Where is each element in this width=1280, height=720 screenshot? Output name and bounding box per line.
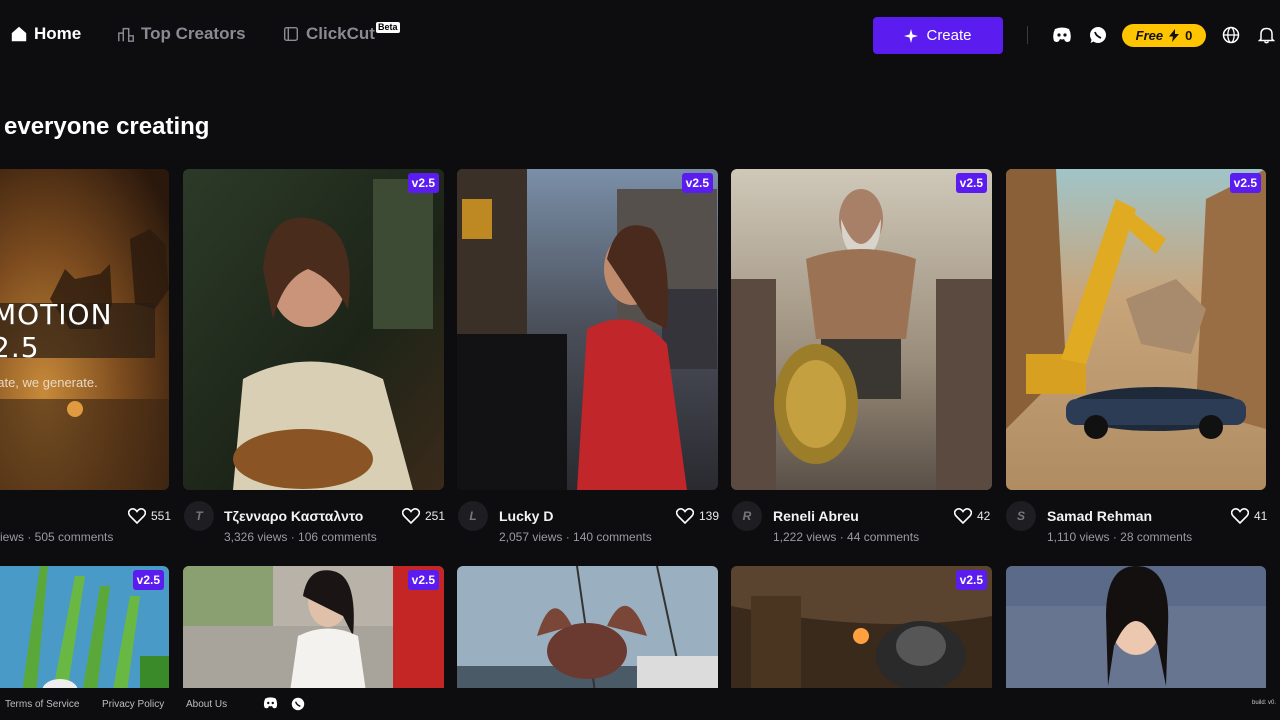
- card-stats: iews · 505 comments: [0, 530, 114, 544]
- like-count: 42: [977, 509, 991, 523]
- like-count: 251: [425, 509, 446, 523]
- author-name[interactable]: Reneli Abreu: [773, 508, 859, 524]
- creation-card[interactable]: v2.5: [457, 169, 718, 490]
- creation-image: [731, 169, 992, 490]
- version-badge: v2.5: [407, 173, 439, 193]
- creation-card[interactable]: v2.5: [731, 169, 992, 490]
- like-button[interactable]: 41: [1231, 508, 1267, 524]
- heart-icon: [1231, 508, 1249, 524]
- nav-home[interactable]: Home: [10, 24, 81, 44]
- like-button[interactable]: 42: [954, 508, 990, 524]
- creation-card[interactable]: v2.5: [731, 566, 992, 706]
- terms-link[interactable]: Terms of Service: [5, 699, 79, 710]
- creation-card[interactable]: [1006, 566, 1266, 706]
- heart-icon: [676, 508, 694, 524]
- sparkle-icon: [904, 28, 919, 43]
- nav-clickcut-label: ClickCut: [306, 24, 375, 43]
- card-stats: 3,326 views · 106 comments: [224, 530, 377, 544]
- creation-card[interactable]: v2.5: [183, 566, 444, 706]
- author-name[interactable]: Lucky D: [499, 508, 553, 524]
- home-icon: [11, 26, 27, 42]
- like-button[interactable]: 551: [128, 508, 171, 524]
- nav-top-creators-label: Top Creators: [141, 24, 246, 43]
- creation-image: [457, 169, 718, 490]
- discord-icon: [263, 697, 278, 709]
- about-link[interactable]: About Us: [186, 699, 227, 710]
- card-stats: 2,057 views · 140 comments: [499, 530, 652, 544]
- whatsapp-icon: [291, 697, 305, 711]
- like-count: 41: [1254, 509, 1268, 523]
- free-plan-badge[interactable]: Free 0: [1122, 24, 1206, 47]
- avatar[interactable]: T: [184, 501, 214, 531]
- footer-discord-link[interactable]: [263, 697, 278, 712]
- creation-image: [1006, 566, 1266, 706]
- top-navigation: Home Top Creators ClickCut Beta Create F…: [0, 0, 1280, 70]
- avatar[interactable]: S: [1006, 501, 1036, 531]
- nav-top-creators[interactable]: Top Creators: [117, 24, 246, 44]
- create-button-label: Create: [926, 27, 972, 44]
- avatar[interactable]: R: [732, 501, 762, 531]
- top-creators-icon: [118, 27, 134, 42]
- footer-whatsapp-link[interactable]: [291, 697, 305, 714]
- creation-card[interactable]: v2.5: [183, 169, 444, 490]
- discord-icon: [1053, 27, 1071, 42]
- heart-icon: [402, 508, 420, 524]
- privacy-link[interactable]: Privacy Policy: [102, 699, 164, 710]
- build-version: build: v0.: [1251, 700, 1276, 706]
- creation-image: [457, 566, 718, 706]
- whatsapp-button[interactable]: [1088, 25, 1108, 45]
- beta-badge: Beta: [376, 22, 400, 33]
- creation-card[interactable]: v2.5: [1006, 169, 1266, 490]
- creation-image: [183, 566, 444, 706]
- card-stats: 1,110 views · 28 comments: [1047, 530, 1193, 544]
- like-button[interactable]: 251: [402, 508, 445, 524]
- language-button[interactable]: [1221, 25, 1241, 45]
- creation-image: [183, 169, 444, 490]
- creation-image: [731, 566, 992, 706]
- free-label: Free: [1135, 28, 1164, 43]
- nav-clickcut[interactable]: ClickCut Beta: [282, 22, 400, 44]
- avatar[interactable]: L: [458, 501, 488, 531]
- clickcut-icon: [283, 26, 299, 42]
- version-badge: v2.5: [955, 173, 987, 193]
- like-count: 139: [699, 509, 720, 523]
- creation-image: [1006, 169, 1266, 490]
- version-badge: v2.5: [407, 570, 439, 590]
- bolt-icon: [1169, 29, 1180, 42]
- heart-icon: [128, 508, 146, 524]
- bell-icon: [1257, 27, 1275, 44]
- globe-icon: [1222, 26, 1240, 44]
- like-count: 551: [151, 509, 172, 523]
- version-badge: v2.5: [681, 173, 713, 193]
- heart-icon: [954, 508, 972, 524]
- author-name[interactable]: Samad Rehman: [1047, 508, 1152, 524]
- create-button[interactable]: Create: [873, 17, 1003, 54]
- card-stats: 1,222 views · 44 comments: [773, 530, 920, 544]
- promo-subtitle: eate, we generate.: [0, 375, 98, 390]
- promo-card[interactable]: MOTION 2.5 eate, we generate.: [0, 169, 169, 490]
- creation-card[interactable]: [457, 566, 718, 706]
- discord-button[interactable]: [1052, 25, 1072, 45]
- whatsapp-icon: [1090, 27, 1106, 43]
- author-name[interactable]: Τζενναρο Κασταλντο: [224, 508, 363, 524]
- like-button[interactable]: 139: [676, 508, 719, 524]
- version-badge: v2.5: [955, 570, 987, 590]
- nav-divider: [1027, 26, 1028, 44]
- promo-title: MOTION 2.5: [0, 298, 155, 364]
- section-heading: everyone creating: [4, 113, 210, 140]
- creation-card[interactable]: v2.5: [0, 566, 169, 706]
- footer: Terms of Service Privacy Policy About Us…: [0, 688, 1280, 720]
- credits-count: 0: [1185, 28, 1193, 43]
- nav-home-label: Home: [34, 24, 82, 43]
- notifications-button[interactable]: [1256, 25, 1276, 45]
- version-badge: v2.5: [1229, 173, 1261, 193]
- version-badge: v2.5: [132, 570, 164, 590]
